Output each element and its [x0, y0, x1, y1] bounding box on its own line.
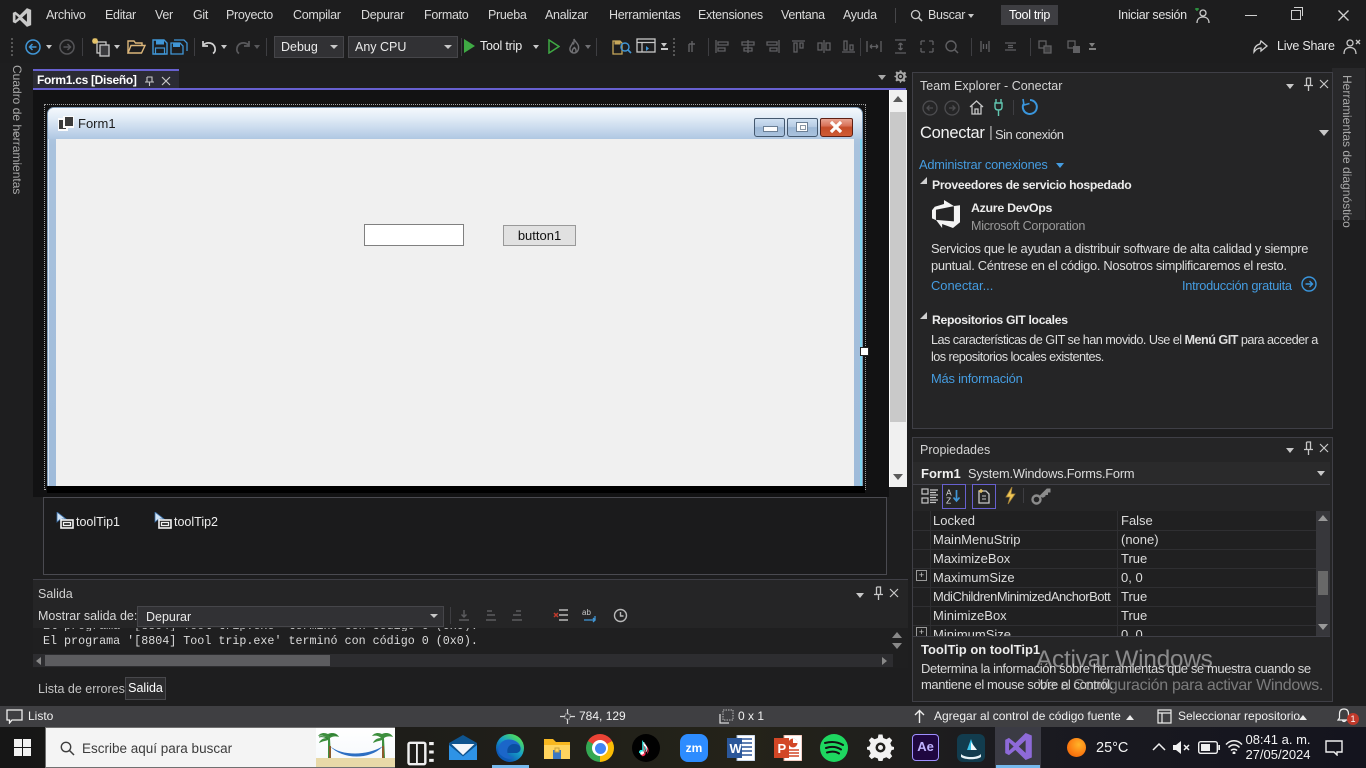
- svg-text:ab: ab: [582, 608, 591, 617]
- svg-text:W: W: [730, 741, 743, 756]
- svg-text:P: P: [778, 741, 787, 756]
- svg-text:Z: Z: [946, 496, 951, 505]
